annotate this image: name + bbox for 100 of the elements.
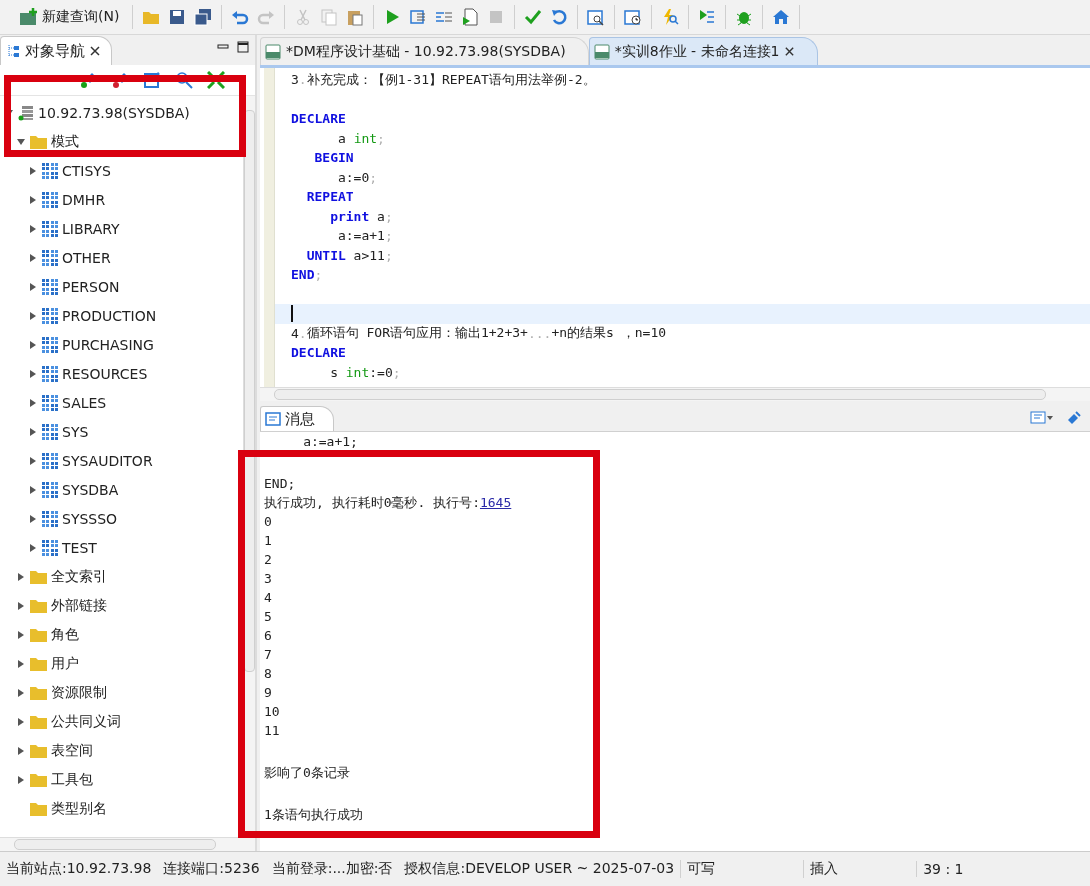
calendar-clock-icon[interactable] — [624, 8, 643, 26]
tree-item[interactable]: 用户 — [0, 649, 243, 678]
code-text: ... — [527, 325, 552, 341]
expanded-arrow-icon[interactable] — [16, 136, 26, 147]
collapsed-arrow-icon[interactable] — [16, 774, 26, 785]
tree-item-label: 表空间 — [51, 741, 93, 760]
tree-item[interactable]: SYSSSO — [0, 504, 243, 533]
close-icon[interactable] — [784, 46, 796, 57]
clipboard-icon[interactable] — [346, 8, 365, 26]
tree-icon — [7, 44, 21, 58]
collapse-all-icon[interactable] — [207, 71, 225, 89]
document-play-icon[interactable] — [461, 8, 480, 26]
tree-item[interactable]: RESOURCES — [0, 359, 243, 388]
tree-item[interactable]: DMHR — [0, 185, 243, 214]
scrollbar-thumb[interactable] — [274, 389, 1046, 400]
tree-item[interactable]: SALES — [0, 388, 243, 417]
collapsed-arrow-icon[interactable] — [28, 165, 38, 176]
output-line: 5 — [264, 608, 273, 626]
scrollbar-thumb[interactable] — [244, 110, 255, 672]
tree-item[interactable]: SYS — [0, 417, 243, 446]
collapsed-arrow-icon[interactable] — [16, 629, 26, 640]
home-icon[interactable] — [772, 8, 791, 26]
collapsed-arrow-icon[interactable] — [28, 339, 38, 350]
tree-item[interactable]: 公共同义词 — [0, 707, 243, 736]
collapsed-arrow-icon[interactable] — [28, 368, 38, 379]
tree-item[interactable]: TEST — [0, 533, 243, 562]
collapsed-arrow-icon[interactable] — [16, 571, 26, 582]
navigator-title: 对象导航 — [25, 41, 85, 61]
collapsed-arrow-icon[interactable] — [16, 658, 26, 669]
tree-item[interactable]: 角色 — [0, 620, 243, 649]
tree-item[interactable]: 工具包 — [0, 765, 243, 794]
maximize-icon[interactable] — [237, 41, 249, 53]
editor-tab[interactable]: *实训8作业 - 未命名连接1 — [588, 37, 819, 65]
collapsed-arrow-icon[interactable] — [28, 397, 38, 408]
tree-item-label: 类型别名 — [51, 799, 107, 818]
tree-item[interactable]: 外部链接 — [0, 591, 243, 620]
save-all-icon[interactable] — [194, 8, 213, 26]
tree-item-label: SYSSSO — [62, 510, 118, 527]
collapsed-arrow-icon[interactable] — [28, 542, 38, 553]
collapsed-arrow-icon[interactable] — [28, 426, 38, 437]
clear-icon[interactable] — [1066, 410, 1082, 426]
status-text: 授权信息:DEVELOP USER ~ 2025-07-03 — [403, 860, 676, 878]
check-icon[interactable] — [524, 8, 543, 26]
tree-item-label: TEST — [62, 539, 97, 556]
collapsed-arrow-icon[interactable] — [16, 687, 26, 698]
tree-item[interactable]: CTISYS — [0, 156, 243, 185]
collapsed-arrow-icon[interactable] — [28, 455, 38, 466]
collapsed-arrow-icon[interactable] — [28, 484, 38, 495]
tree-item[interactable]: 资源限制 — [0, 678, 243, 707]
tree-item[interactable]: SYSDBA — [0, 475, 243, 504]
navigator-tab[interactable]: 对象导航 — [0, 36, 112, 65]
folder-icon — [30, 134, 47, 149]
folder-icon — [30, 569, 47, 584]
disconnect-icon[interactable] — [111, 71, 129, 89]
collapsed-arrow-icon[interactable] — [28, 223, 38, 234]
collapsed-arrow-icon[interactable] — [28, 513, 38, 524]
tree-item[interactable]: SYSAUDITOR — [0, 446, 243, 475]
code-text: 循环语句 FOR语句应用：输出1+2+3+ — [306, 324, 528, 343]
code-text: int — [353, 130, 378, 146]
code-text: . — [298, 325, 307, 341]
close-icon[interactable] — [89, 45, 101, 57]
indent-icon[interactable] — [409, 8, 428, 26]
refresh-icon[interactable] — [550, 8, 569, 26]
tree-item[interactable]: 表空间 — [0, 736, 243, 765]
tree-item[interactable]: PURCHASING — [0, 330, 243, 359]
connect-icon[interactable] — [79, 71, 97, 89]
tree-item[interactable]: PERSON — [0, 272, 243, 301]
view-menu-icon[interactable] — [1030, 411, 1054, 425]
bolt-search-icon[interactable] — [661, 8, 680, 26]
tree-item[interactable]: 模式 — [0, 127, 243, 156]
tree-item[interactable]: 类型别名 — [0, 794, 243, 823]
collapsed-arrow-icon[interactable] — [16, 745, 26, 756]
calendar-search-icon[interactable] — [587, 8, 606, 26]
edit-icon[interactable] — [143, 71, 161, 89]
tree-item[interactable]: LIBRARY — [0, 214, 243, 243]
scrollbar-thumb[interactable] — [14, 839, 216, 850]
save-icon[interactable] — [168, 8, 187, 26]
status-text: 当前登录:...加密:否 — [270, 860, 394, 878]
messages-tab[interactable]: 消息 — [260, 406, 334, 431]
code-text: ; — [377, 130, 385, 146]
grid-icon — [42, 278, 58, 295]
tree-item-label: RESOURCES — [62, 365, 148, 382]
new-query-button[interactable]: 新建查询(N) — [15, 8, 124, 26]
folder-icon — [30, 772, 47, 787]
collapsed-arrow-icon[interactable] — [16, 716, 26, 727]
collapsed-arrow-icon[interactable] — [16, 600, 26, 611]
tree-item[interactable]: OTHER — [0, 243, 243, 272]
tree-item[interactable]: PRODUCTION — [0, 301, 243, 330]
branch-arrows-icon[interactable] — [698, 8, 717, 26]
collapsed-arrow-icon[interactable] — [28, 194, 38, 205]
collapsed-arrow-icon[interactable] — [28, 252, 38, 263]
grid-icon — [42, 307, 58, 324]
tree-item[interactable]: 全文索引 — [0, 562, 243, 591]
search-icon[interactable] — [175, 71, 193, 89]
editor-tab[interactable]: *DM程序设计基础 - 10.92.73.98(SYSDBA) — [260, 37, 589, 65]
execution-id-link[interactable]: 1645 — [479, 495, 512, 510]
folder-icon — [30, 685, 47, 700]
collapsed-arrow-icon[interactable] — [28, 281, 38, 292]
collapsed-arrow-icon[interactable] — [28, 310, 38, 321]
undo-icon[interactable] — [231, 8, 250, 26]
